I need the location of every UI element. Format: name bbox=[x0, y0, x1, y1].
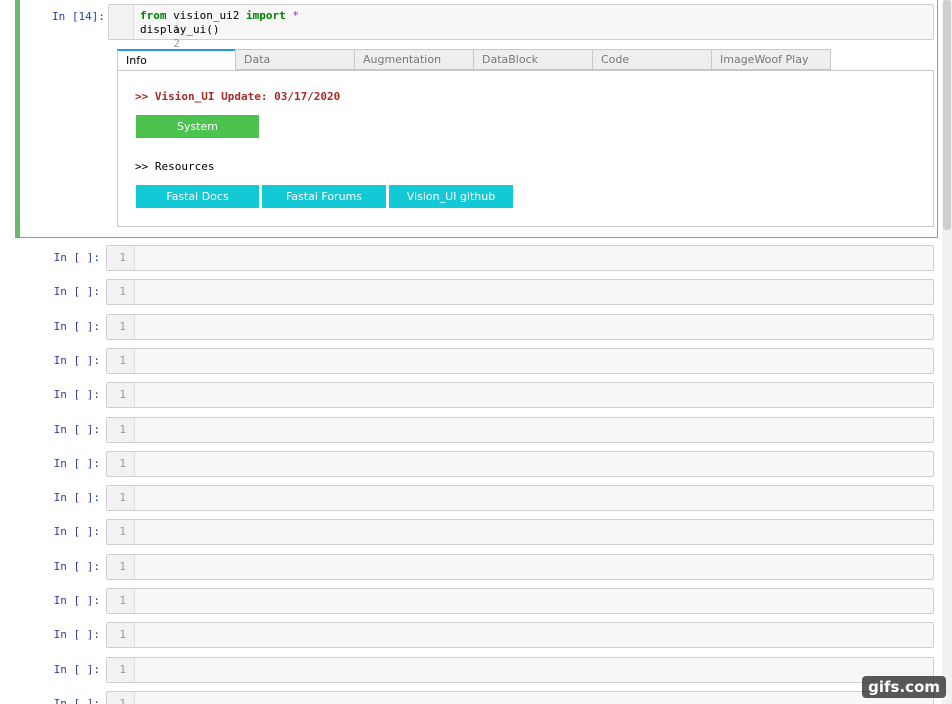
vertical-scrollbar[interactable] bbox=[942, 0, 952, 704]
empty-code-cell[interactable]: In [ ]: 1 bbox=[0, 622, 952, 648]
line-number: 1 bbox=[107, 658, 135, 682]
empty-code-cell[interactable]: In [ ]: 1 bbox=[0, 314, 952, 340]
empty-code-cell[interactable]: In [ ]: 1 bbox=[0, 348, 952, 374]
scrollbar-thumb[interactable] bbox=[943, 0, 951, 230]
code-editor[interactable]: 1 bbox=[106, 382, 934, 408]
cell-prompt: In [ ]: bbox=[53, 354, 100, 367]
empty-code-cell[interactable]: In [ ]: 1 bbox=[0, 519, 952, 545]
line-number: 1 bbox=[107, 315, 135, 339]
tab-info[interactable]: Info bbox=[117, 49, 236, 71]
system-button[interactable]: System bbox=[136, 115, 259, 138]
code-text: display_ui() bbox=[140, 23, 220, 36]
cell-prompt: In [ ]: bbox=[53, 594, 100, 607]
code-editor[interactable]: 1 bbox=[106, 554, 934, 580]
code-line-2[interactable]: 2 display_ui() bbox=[109, 23, 219, 50]
empty-code-cell[interactable]: In [ ]: 1 bbox=[0, 657, 952, 683]
line-number: 1 bbox=[107, 383, 135, 407]
fastai-docs-button[interactable]: Fastai Docs bbox=[136, 185, 259, 208]
info-tab-panel: >> Vision_UI Update: 03/17/2020 System >… bbox=[117, 70, 934, 227]
cell-prompt: In [ ]: bbox=[53, 697, 100, 704]
line-number: 1 bbox=[107, 623, 135, 647]
code-editor[interactable]: 1 bbox=[106, 519, 934, 545]
tab-datablock[interactable]: DataBlock bbox=[473, 49, 593, 70]
tab-augmentation[interactable]: Augmentation bbox=[354, 49, 474, 70]
tab-bar: Info Data Augmentation DataBlock Code Im… bbox=[117, 49, 831, 71]
code-editor[interactable]: 1 bbox=[106, 691, 934, 704]
cell-prompt: In [ ]: bbox=[53, 525, 100, 538]
line-number: 1 bbox=[107, 280, 135, 304]
empty-code-cell[interactable]: In [ ]: 1 bbox=[0, 417, 952, 443]
module-name: vision_ui2 bbox=[166, 9, 246, 22]
watermark-logo: gifs.com bbox=[862, 676, 946, 698]
line-number: 1 bbox=[107, 692, 135, 704]
cell-prompt: In [ ]: bbox=[53, 491, 100, 504]
code-editor[interactable]: 1 bbox=[106, 622, 934, 648]
line-number: 1 bbox=[107, 520, 135, 544]
fastai-forums-button[interactable]: Fastai Forums bbox=[262, 185, 386, 208]
tab-data[interactable]: Data bbox=[235, 49, 355, 70]
empty-code-cell[interactable]: In [ ]: 1 bbox=[0, 245, 952, 271]
cell-prompt: In [14]: bbox=[52, 10, 105, 23]
cell-prompt: In [ ]: bbox=[53, 628, 100, 641]
code-editor[interactable]: 1 bbox=[106, 657, 934, 683]
active-code-cell[interactable]: In [14]: 1 from vision_ui2 import * 2 di… bbox=[15, 0, 938, 238]
empty-code-cell[interactable]: In [ ]: 1 bbox=[0, 691, 952, 704]
code-editor[interactable]: 1 bbox=[106, 588, 934, 614]
keyword-import: import bbox=[245, 9, 286, 22]
code-editor[interactable]: 1 bbox=[106, 417, 934, 443]
cell-prompt: In [ ]: bbox=[53, 423, 100, 436]
code-editor[interactable]: 1 bbox=[106, 314, 934, 340]
empty-code-cell[interactable]: In [ ]: 1 bbox=[0, 588, 952, 614]
empty-code-cell[interactable]: In [ ]: 1 bbox=[0, 382, 952, 408]
resources-heading: >> Resources bbox=[135, 160, 215, 173]
cell-prompt: In [ ]: bbox=[53, 251, 100, 264]
empty-code-cell[interactable]: In [ ]: 1 bbox=[0, 279, 952, 305]
cell-prompt: In [ ]: bbox=[53, 663, 100, 676]
update-notice: >> Vision_UI Update: 03/17/2020 bbox=[135, 90, 341, 103]
cell-prompt: In [ ]: bbox=[53, 320, 100, 333]
line-number: 1 bbox=[107, 589, 135, 613]
code-editor[interactable]: 1 bbox=[106, 348, 934, 374]
vision-ui-github-button[interactable]: Vision_UI github bbox=[389, 185, 513, 208]
code-editor[interactable]: 1 bbox=[106, 451, 934, 477]
empty-code-cell[interactable]: In [ ]: 1 bbox=[0, 554, 952, 580]
cell-prompt: In [ ]: bbox=[53, 388, 100, 401]
line-number: 1 bbox=[107, 246, 135, 270]
cell-prompt: In [ ]: bbox=[53, 560, 100, 573]
code-editor[interactable]: 1 from vision_ui2 import * 2 display_ui(… bbox=[108, 4, 934, 50]
tab-code[interactable]: Code bbox=[592, 49, 712, 70]
code-editor[interactable]: 1 bbox=[106, 485, 934, 511]
line-number: 1 bbox=[107, 452, 135, 476]
line-number: 1 bbox=[107, 486, 135, 510]
line-number: 1 bbox=[107, 555, 135, 579]
tab-imagewoof-play[interactable]: ImageWoof Play bbox=[711, 49, 831, 70]
code-editor[interactable]: 1 bbox=[106, 279, 934, 305]
code-text[interactable]: from vision_ui2 import * bbox=[140, 9, 299, 23]
empty-code-cell[interactable]: In [ ]: 1 bbox=[0, 485, 952, 511]
code-editor[interactable]: 1 bbox=[106, 245, 934, 271]
empty-code-cell[interactable]: In [ ]: 1 bbox=[0, 451, 952, 477]
cell-prompt: In [ ]: bbox=[53, 457, 100, 470]
keyword-from: from bbox=[140, 9, 167, 22]
code-line-1[interactable]: 1 from vision_ui2 import * bbox=[109, 9, 299, 36]
import-star: * bbox=[285, 9, 299, 22]
cell-prompt: In [ ]: bbox=[53, 285, 100, 298]
notebook-page: In [14]: 1 from vision_ui2 import * 2 di… bbox=[0, 0, 952, 704]
line-number: 1 bbox=[107, 418, 135, 442]
line-number: 1 bbox=[107, 349, 135, 373]
